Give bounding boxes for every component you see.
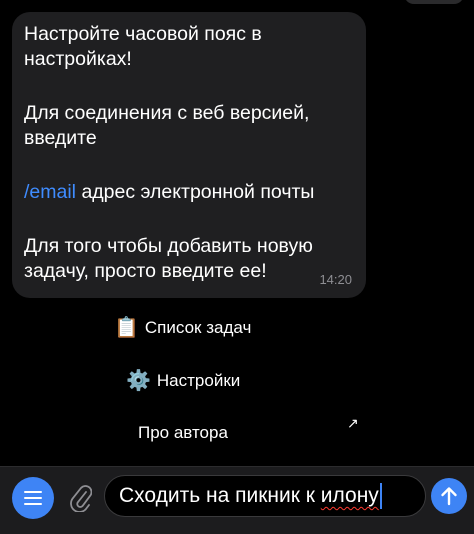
about-author-label: Про автора — [138, 423, 228, 442]
chat-screen: Настройте часовой пояс в настройках! Для… — [0, 0, 474, 534]
composer-bar: Сходить на пикник к илону — [0, 466, 474, 534]
task-list-button[interactable]: 📋 Список задач — [114, 315, 251, 340]
clipboard-icon: 📋 — [114, 317, 139, 339]
message-line: задачу, просто введите ее! — [24, 260, 267, 282]
menu-icon — [24, 491, 42, 505]
gear-icon: ⚙️ — [126, 370, 151, 392]
message-line: введите — [24, 127, 97, 149]
bot-message-bubble: Настройте часовой пояс в настройках! Для… — [12, 12, 366, 298]
message-line: настройках! — [24, 48, 132, 70]
external-link-arrow-icon: ↗ — [347, 415, 359, 431]
message-line: Для соединения с веб версией, — [24, 102, 310, 124]
message-line: Для того чтобы добавить новую — [24, 235, 313, 257]
message-input-text: Сходить на пикник к — [119, 484, 321, 507]
about-author-button[interactable]: Про автора — [138, 423, 228, 443]
settings-button[interactable]: ⚙️ Настройки — [126, 368, 240, 393]
command-description: адрес электронной почты — [76, 181, 315, 203]
misspelled-word: илону — [320, 484, 379, 507]
task-list-label: Список задач — [144, 317, 252, 337]
message-line: /email адрес электронной почты — [24, 180, 352, 205]
message-line: Настройте часовой пояс в — [24, 23, 262, 45]
message-input[interactable]: Сходить на пикник к илону — [104, 475, 426, 517]
send-button[interactable] — [431, 478, 467, 514]
message-timestamp: 14:20 — [319, 272, 352, 287]
text-caret — [379, 483, 382, 509]
paperclip-icon — [70, 485, 92, 512]
settings-label: Настройки — [156, 370, 241, 390]
previous-message-bubble — [404, 0, 464, 4]
menu-button[interactable] — [12, 477, 54, 519]
email-command-link[interactable]: /email — [24, 181, 76, 203]
attach-button[interactable] — [64, 479, 98, 517]
arrow-up-icon — [441, 487, 457, 506]
